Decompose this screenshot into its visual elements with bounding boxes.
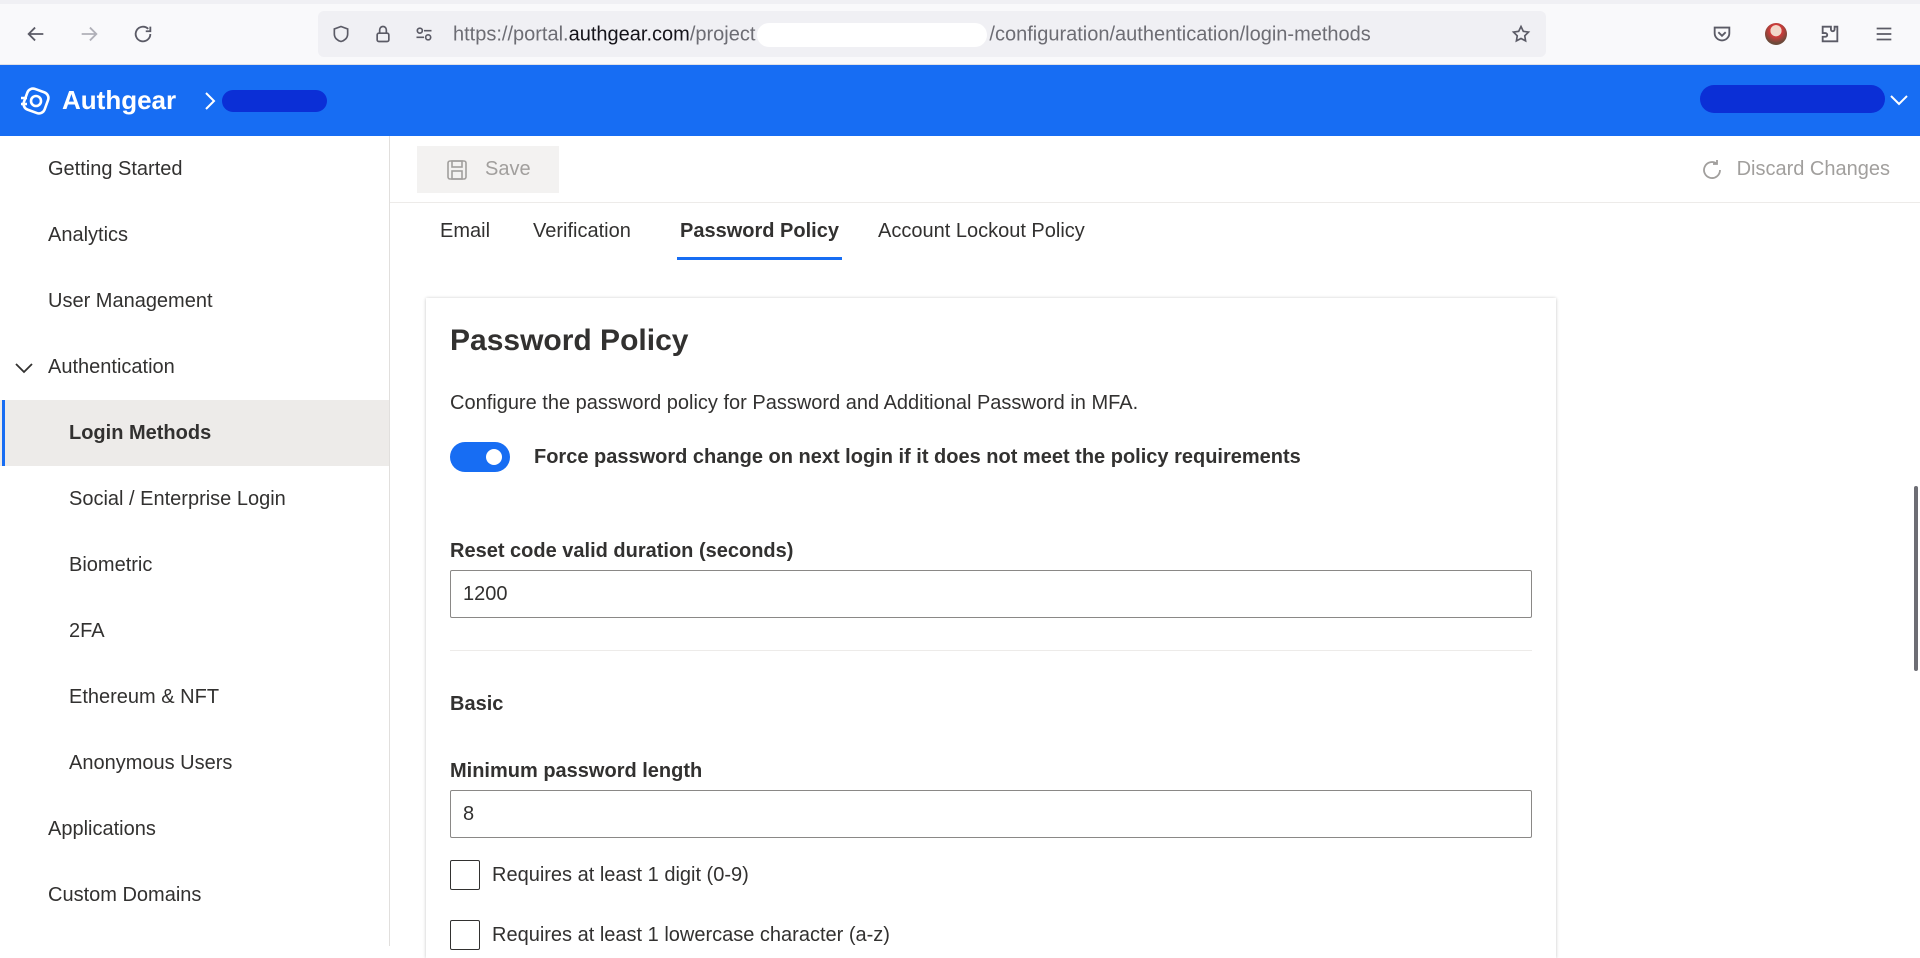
url-host: authgear.com (568, 23, 690, 46)
back-icon[interactable] (20, 18, 52, 50)
tab-label: Email (440, 219, 491, 242)
require-digit-checkbox-row[interactable]: Requires at least 1 digit (0-9) (450, 860, 749, 890)
command-bar: Save Discard Changes (390, 136, 1920, 203)
tab-email[interactable]: Email (440, 203, 490, 259)
sidebar: Getting Started Analytics User Managemen… (0, 136, 390, 946)
main-content: Save Discard Changes Email Verification … (390, 136, 1920, 958)
tab-label: Account Lockout Policy (878, 219, 1085, 242)
forward-icon[interactable] (73, 18, 105, 50)
redacted-user-email[interactable] (1700, 85, 1885, 113)
basic-section-title: Basic (450, 693, 504, 715)
sidebar-item-authentication[interactable]: Authentication (0, 334, 389, 400)
sidebar-item-analytics[interactable]: Analytics (0, 202, 389, 268)
sidebar-item-getting-started[interactable]: Getting Started (0, 136, 389, 202)
tab-label: Verification (533, 219, 631, 242)
sidebar-item-login-methods[interactable]: Login Methods (0, 400, 389, 466)
sidebar-item-label: Analytics (48, 223, 129, 246)
reset-code-duration-label: Reset code valid duration (seconds) (450, 540, 794, 562)
url-path-start: /project (689, 23, 756, 46)
tab-verification[interactable]: Verification (533, 203, 631, 259)
sidebar-item-anonymous-users[interactable]: Anonymous Users (0, 730, 389, 796)
password-policy-card: Password Policy Configure the password p… (426, 298, 1556, 958)
sidebar-item-user-management[interactable]: User Management (0, 268, 389, 334)
url-bar[interactable]: https://portal.authgear.com/project/conf… (318, 11, 1546, 57)
chevron-down-icon[interactable] (14, 358, 34, 378)
section-divider (450, 650, 1532, 651)
permissions-icon[interactable] (413, 23, 435, 45)
sidebar-item-social-enterprise-login[interactable]: Social / Enterprise Login (0, 466, 389, 532)
tab-password-policy[interactable]: Password Policy (677, 203, 842, 260)
menu-icon[interactable] (1868, 18, 1900, 50)
sidebar-item-label: Authentication (48, 355, 175, 378)
save-icon (447, 160, 467, 180)
sidebar-item-biometric[interactable]: Biometric (0, 532, 389, 598)
reset-code-duration-input[interactable]: 1200 (450, 570, 1532, 618)
reload-icon[interactable] (127, 18, 159, 50)
redacted-project-id (757, 23, 988, 47)
tab-label: Password Policy (680, 219, 839, 242)
min-password-length-label: Minimum password length (450, 760, 703, 782)
require-digit-checkbox[interactable] (450, 860, 480, 890)
sidebar-item-applications[interactable]: Applications (0, 796, 389, 862)
url-prefix: https://portal. (453, 23, 569, 46)
force-password-change-toggle[interactable] (450, 442, 510, 472)
save-button-label: Save (485, 158, 531, 180)
force-password-change-label: Force password change on next login if i… (534, 446, 1301, 468)
require-lowercase-label: Requires at least 1 lowercase character … (492, 923, 890, 946)
save-button[interactable]: Save (417, 146, 559, 193)
sidebar-item-ethereum-nft[interactable]: Ethereum & NFT (0, 664, 389, 730)
require-digit-label: Requires at least 1 digit (0-9) (492, 863, 749, 886)
tab-strip-edge (0, 0, 1920, 4)
toggle-knob (486, 449, 502, 465)
sidebar-item-custom-domains[interactable]: Custom Domains (0, 862, 389, 928)
tab-list: Email Verification Password Policy Accou… (390, 203, 1920, 260)
lock-icon[interactable] (372, 23, 394, 45)
min-password-length-input[interactable]: 8 (450, 790, 1532, 838)
url-path-end: /configuration/authentication/login-meth… (989, 23, 1371, 46)
browser-toolbar: https://portal.authgear.com/project/conf… (0, 0, 1920, 65)
chevron-down-icon[interactable] (1888, 89, 1910, 111)
sidebar-item-label: Ethereum & NFT (69, 685, 220, 708)
card-description: Configure the password policy for Passwo… (450, 392, 1139, 414)
shield-icon[interactable] (330, 23, 352, 45)
sidebar-item-label: Social / Enterprise Login (69, 487, 286, 510)
scrollbar-thumb[interactable] (1914, 486, 1918, 671)
sidebar-item-label: Custom Domains (48, 883, 202, 906)
sidebar-item-label: Biometric (69, 553, 153, 576)
sidebar-item-label: 2FA (69, 619, 105, 642)
star-icon[interactable] (1510, 23, 1532, 45)
sidebar-item-label: Login Methods (69, 421, 212, 444)
authgear-logo-icon[interactable] (18, 83, 54, 119)
brand-name[interactable]: Authgear (62, 85, 176, 116)
extensions-icon[interactable] (1814, 18, 1846, 50)
sidebar-item-label: Getting Started (48, 157, 183, 180)
sidebar-item-label: User Management (48, 289, 213, 312)
tab-account-lockout-policy[interactable]: Account Lockout Policy (878, 203, 1085, 259)
pocket-icon[interactable] (1706, 18, 1738, 50)
sidebar-item-2fa[interactable]: 2FA (0, 598, 389, 664)
sidebar-item-label: Anonymous Users (69, 751, 233, 774)
card-title: Password Policy (450, 324, 689, 357)
discard-changes-label: Discard Changes (1736, 158, 1890, 180)
url-text[interactable]: https://portal.authgear.com/project/conf… (453, 23, 1371, 47)
redacted-project-name[interactable] (222, 90, 327, 112)
sidebar-item-label: Applications (48, 817, 156, 840)
profile-avatar-icon[interactable] (1760, 18, 1792, 50)
app-header: Authgear (0, 65, 1920, 136)
discard-changes-button[interactable]: Discard Changes (1699, 146, 1890, 193)
breadcrumb-chevron-icon (205, 92, 216, 110)
refresh-icon (1702, 159, 1721, 179)
